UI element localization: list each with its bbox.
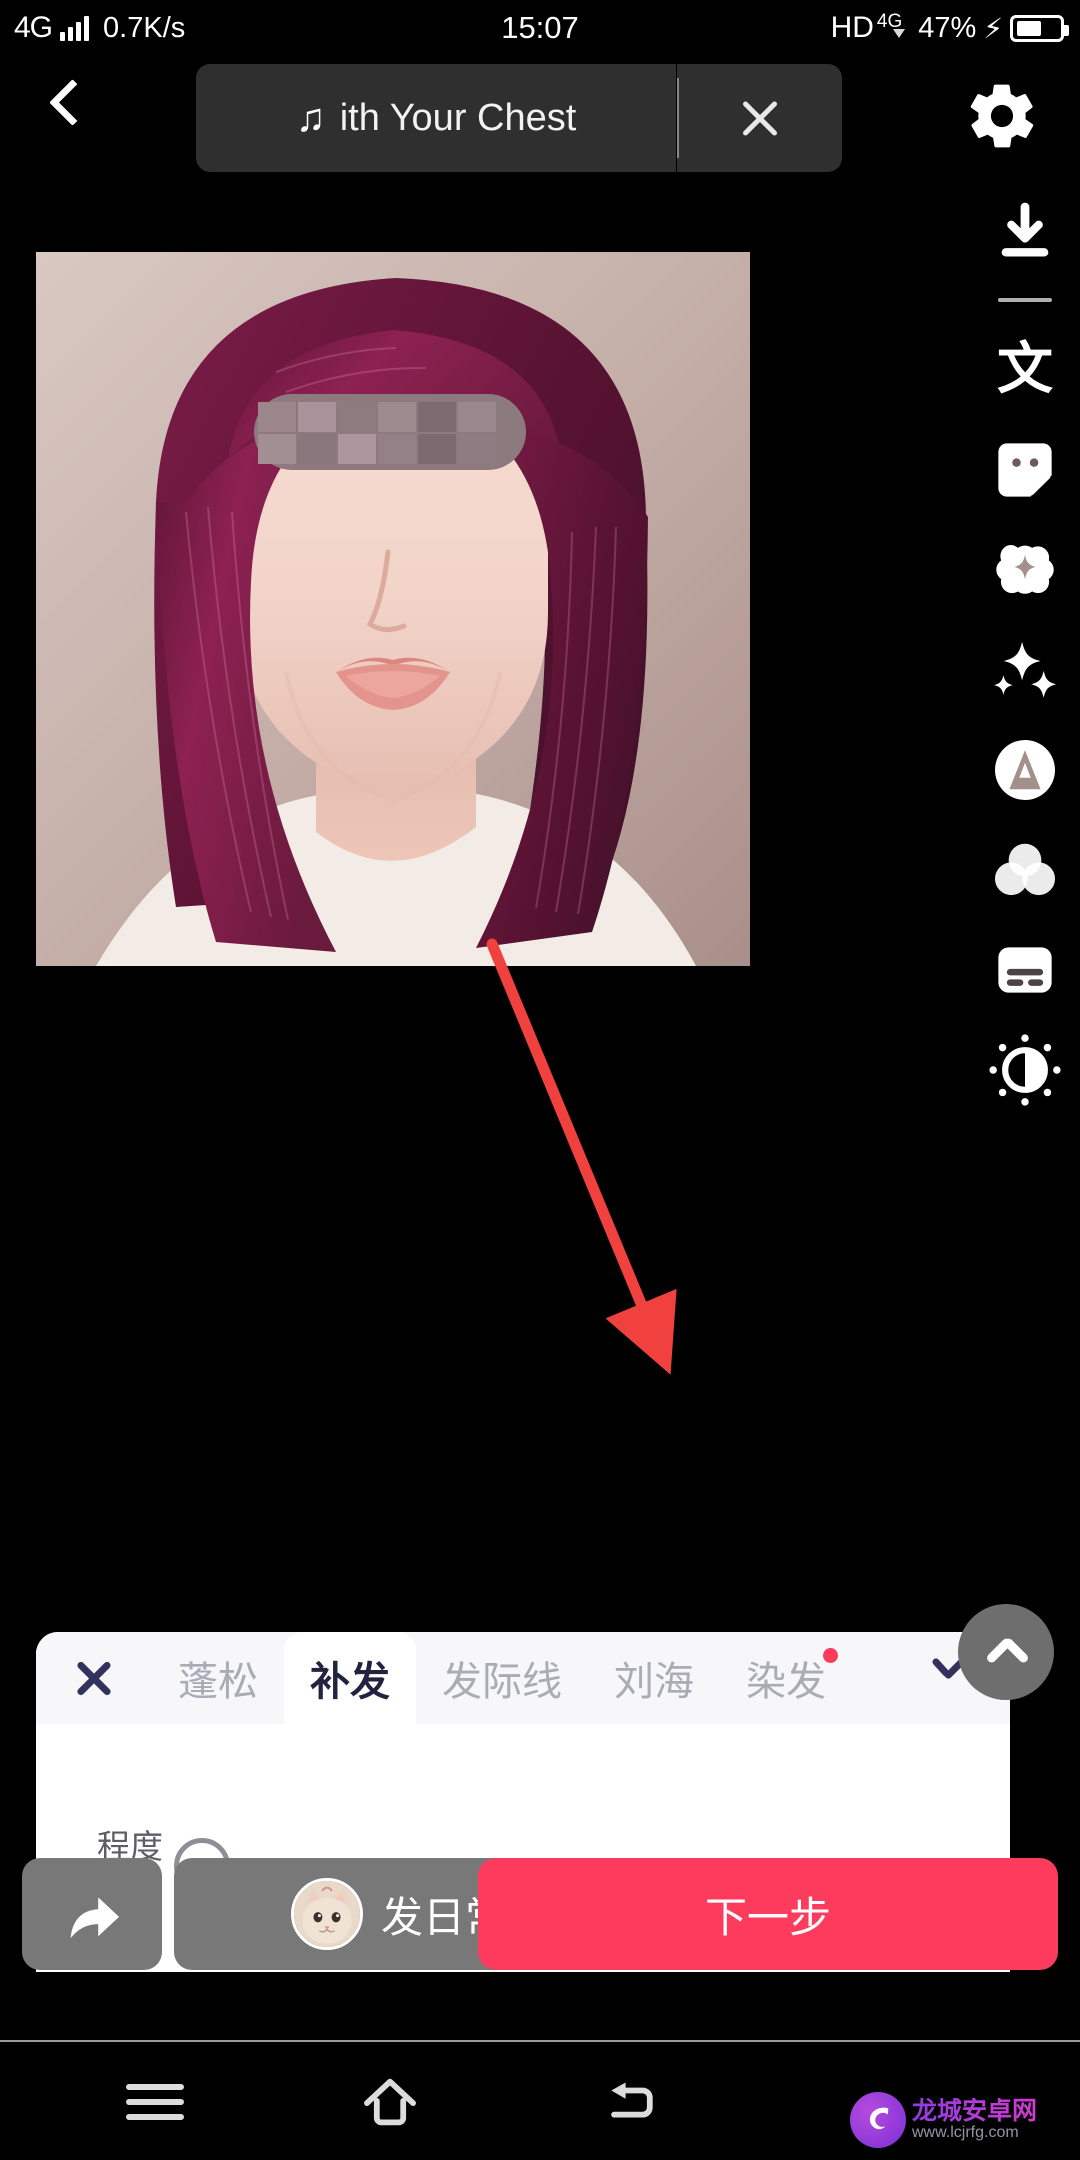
cancel-edit-button[interactable] [36,1656,152,1700]
sparkle-button[interactable] [970,620,1080,720]
nav-menu-button[interactable] [65,2042,245,2160]
data-arrow-icon [893,28,906,38]
cat-avatar [290,1878,363,1950]
text-button[interactable]: 文 [970,320,1080,420]
watermark-texts: 龙城安卓网 www.lcjrfg.com [912,2098,1037,2141]
watermark-site-name: 龙城安卓网 [912,2097,1038,2126]
letter-a-icon [995,740,1055,800]
settings-button[interactable] [964,78,1040,154]
filter-circles-icon [994,843,1056,896]
site-watermark: 龙城安卓网 www.lcjrfg.com [850,2084,1080,2156]
caption-card-icon [998,947,1052,993]
back-arrow-icon [611,2082,653,2118]
tab-pengsong[interactable]: 蓬松 [152,1632,284,1724]
close-icon [72,1656,116,1700]
brightness-icon [989,1034,1061,1106]
letter-a-button[interactable] [970,720,1080,820]
top-bar: ♫ ith Your Chest [0,56,1080,176]
tab-label: 蓬松 [178,1660,258,1704]
tab-fajixian[interactable]: 发际线 [416,1632,588,1724]
tool-divider [970,280,1080,320]
avatar-image [293,1881,360,1947]
sticker-icon [998,443,1052,497]
text-icon: 文 [997,337,1053,402]
collapse-panel-button[interactable] [958,1604,1054,1700]
app-screen: 4G 0.7K/s 15:07 HD 4G 47% ⚡ ♫ ith Your C… [0,0,1080,2160]
music-note-icon: ♫ [295,96,326,140]
chevron-up-icon [984,1630,1028,1674]
sticker-button[interactable] [970,420,1080,520]
home-icon [364,2078,416,2126]
tab-liuhai[interactable]: 刘海 [588,1632,720,1724]
back-button[interactable] [42,84,82,124]
tab-label: 发际线 [442,1660,562,1704]
nav-home-button[interactable] [300,2042,480,2160]
bolt-icon: ⚡ [983,12,1003,44]
action-bar: 发日常 下一步 [0,1858,1080,1974]
share-button[interactable] [22,1858,162,1970]
beautify-icon [996,545,1054,594]
dragon-logo-icon [850,2092,906,2148]
close-icon [737,95,783,141]
brightness-button[interactable] [970,1020,1080,1120]
editor-tab-bar: 蓬松 补发 发际线 刘海 染发 [36,1632,1010,1724]
status-bar: 4G 0.7K/s 15:07 HD 4G 47% ⚡ [0,0,1080,56]
beautify-button[interactable] [970,520,1080,620]
sparkle-icon [994,641,1057,698]
music-title-label: ith Your Chest [339,96,577,139]
tab-ranfa[interactable]: 染发 [720,1632,852,1724]
status-right: HD 4G 47% ⚡ [830,11,1069,45]
tab-label: 染发 [746,1660,826,1704]
watermark-url: www.lcjrfg.com [912,2123,1019,2141]
caption-button[interactable] [970,920,1080,1020]
battery-icon [1010,14,1069,42]
portrait-image [36,252,750,966]
download-icon [1001,202,1049,257]
mosaic-bar [254,394,526,470]
next-step-label: 下一步 [704,1893,831,1941]
tab-bufa[interactable]: 补发 [284,1632,416,1724]
menu-icon [126,2075,184,2129]
music-bar[interactable]: ♫ ith Your Chest [196,64,676,172]
next-step-button[interactable]: 下一步 [478,1858,1058,1970]
share-arrow-icon [70,1897,120,1939]
tab-label: 补发 [310,1660,390,1704]
battery-percent-label: 47% [918,11,977,44]
music-clear-button[interactable] [677,64,842,172]
gear-icon [970,84,1034,148]
download-button[interactable] [970,180,1080,280]
new-badge-dot [823,1648,838,1663]
filter-button[interactable] [970,820,1080,920]
photo-preview[interactable] [36,252,750,966]
nav-back-button[interactable] [540,2042,720,2160]
tab-label: 刘海 [614,1660,694,1704]
hd-label: HD [830,11,874,44]
tool-column: 文 [970,180,1080,1120]
